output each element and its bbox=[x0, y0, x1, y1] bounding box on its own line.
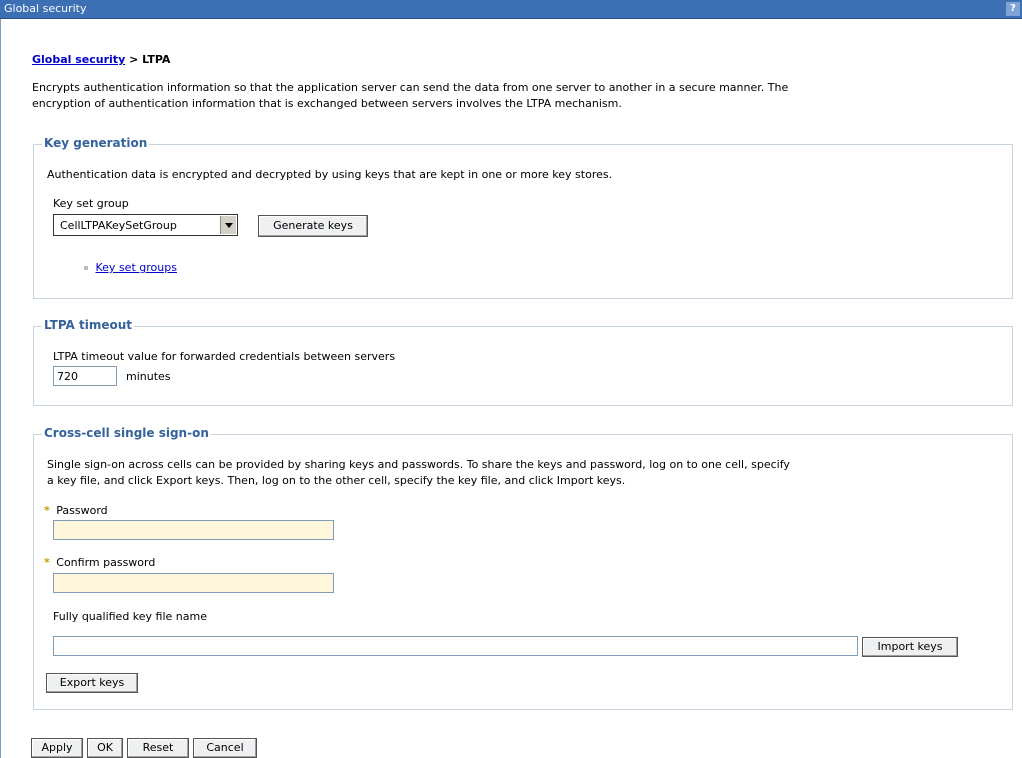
required-icon: * bbox=[44, 556, 50, 569]
ltpa-timeout-input[interactable] bbox=[53, 366, 117, 386]
description-line-2: encryption of authentication information… bbox=[32, 97, 622, 110]
ok-button[interactable]: OK bbox=[87, 738, 123, 758]
breadcrumb-link-global-security[interactable]: Global security bbox=[32, 53, 125, 66]
password-label: Password bbox=[56, 504, 108, 517]
import-keys-button[interactable]: Import keys bbox=[862, 637, 958, 657]
required-icon: * bbox=[44, 504, 50, 517]
breadcrumb: Global security > LTPA bbox=[32, 53, 170, 66]
chevron-down-icon[interactable] bbox=[220, 216, 236, 234]
confirm-password-label: Confirm password bbox=[56, 556, 156, 569]
cross-cell-text-line-2: a key file, and click Export keys. Then,… bbox=[47, 474, 626, 487]
key-set-group-value: CellLTPAKeySetGroup bbox=[60, 219, 177, 232]
window-titlebar: Global security ? bbox=[0, 0, 1022, 19]
password-field[interactable] bbox=[53, 520, 334, 540]
key-generation-legend: Key generation bbox=[42, 136, 150, 150]
key-file-input[interactable] bbox=[53, 636, 858, 656]
confirm-password-label-row: * Confirm password bbox=[44, 556, 155, 569]
key-set-groups-link-item: Key set groups bbox=[84, 261, 177, 274]
cross-cell-text-line-1: Single sign-on across cells can be provi… bbox=[47, 458, 790, 471]
apply-button[interactable]: Apply bbox=[31, 738, 83, 758]
cross-cell-sso-legend: Cross-cell single sign-on bbox=[42, 426, 211, 440]
description-line-1: Encrypts authentication information so t… bbox=[32, 81, 789, 94]
ltpa-timeout-unit: minutes bbox=[126, 370, 171, 383]
breadcrumb-separator: > bbox=[129, 53, 139, 66]
ltpa-timeout-label: LTPA timeout value for forwarded credent… bbox=[53, 350, 396, 363]
key-set-groups-link[interactable]: Key set groups bbox=[96, 261, 177, 274]
ltpa-timeout-legend: LTPA timeout bbox=[42, 318, 135, 332]
key-file-label: Fully qualified key file name bbox=[53, 610, 207, 623]
page-description: Encrypts authentication information so t… bbox=[32, 80, 788, 112]
left-border bbox=[0, 19, 1, 758]
confirm-password-field[interactable] bbox=[53, 573, 334, 593]
help-icon[interactable]: ? bbox=[1006, 2, 1020, 16]
key-generation-text: Authentication data is encrypted and dec… bbox=[47, 168, 613, 181]
cancel-button[interactable]: Cancel bbox=[193, 738, 257, 758]
password-label-row: * Password bbox=[44, 504, 108, 517]
generate-keys-button[interactable]: Generate keys bbox=[258, 215, 368, 237]
key-set-group-select[interactable]: CellLTPAKeySetGroup bbox=[53, 214, 238, 236]
bullet-icon bbox=[84, 266, 88, 270]
export-keys-button[interactable]: Export keys bbox=[46, 673, 138, 693]
breadcrumb-current: LTPA bbox=[142, 53, 171, 66]
window-title: Global security bbox=[4, 2, 87, 15]
ltpa-timeout-section bbox=[33, 326, 1013, 406]
reset-button[interactable]: Reset bbox=[127, 738, 189, 758]
key-set-group-label: Key set group bbox=[53, 197, 129, 210]
